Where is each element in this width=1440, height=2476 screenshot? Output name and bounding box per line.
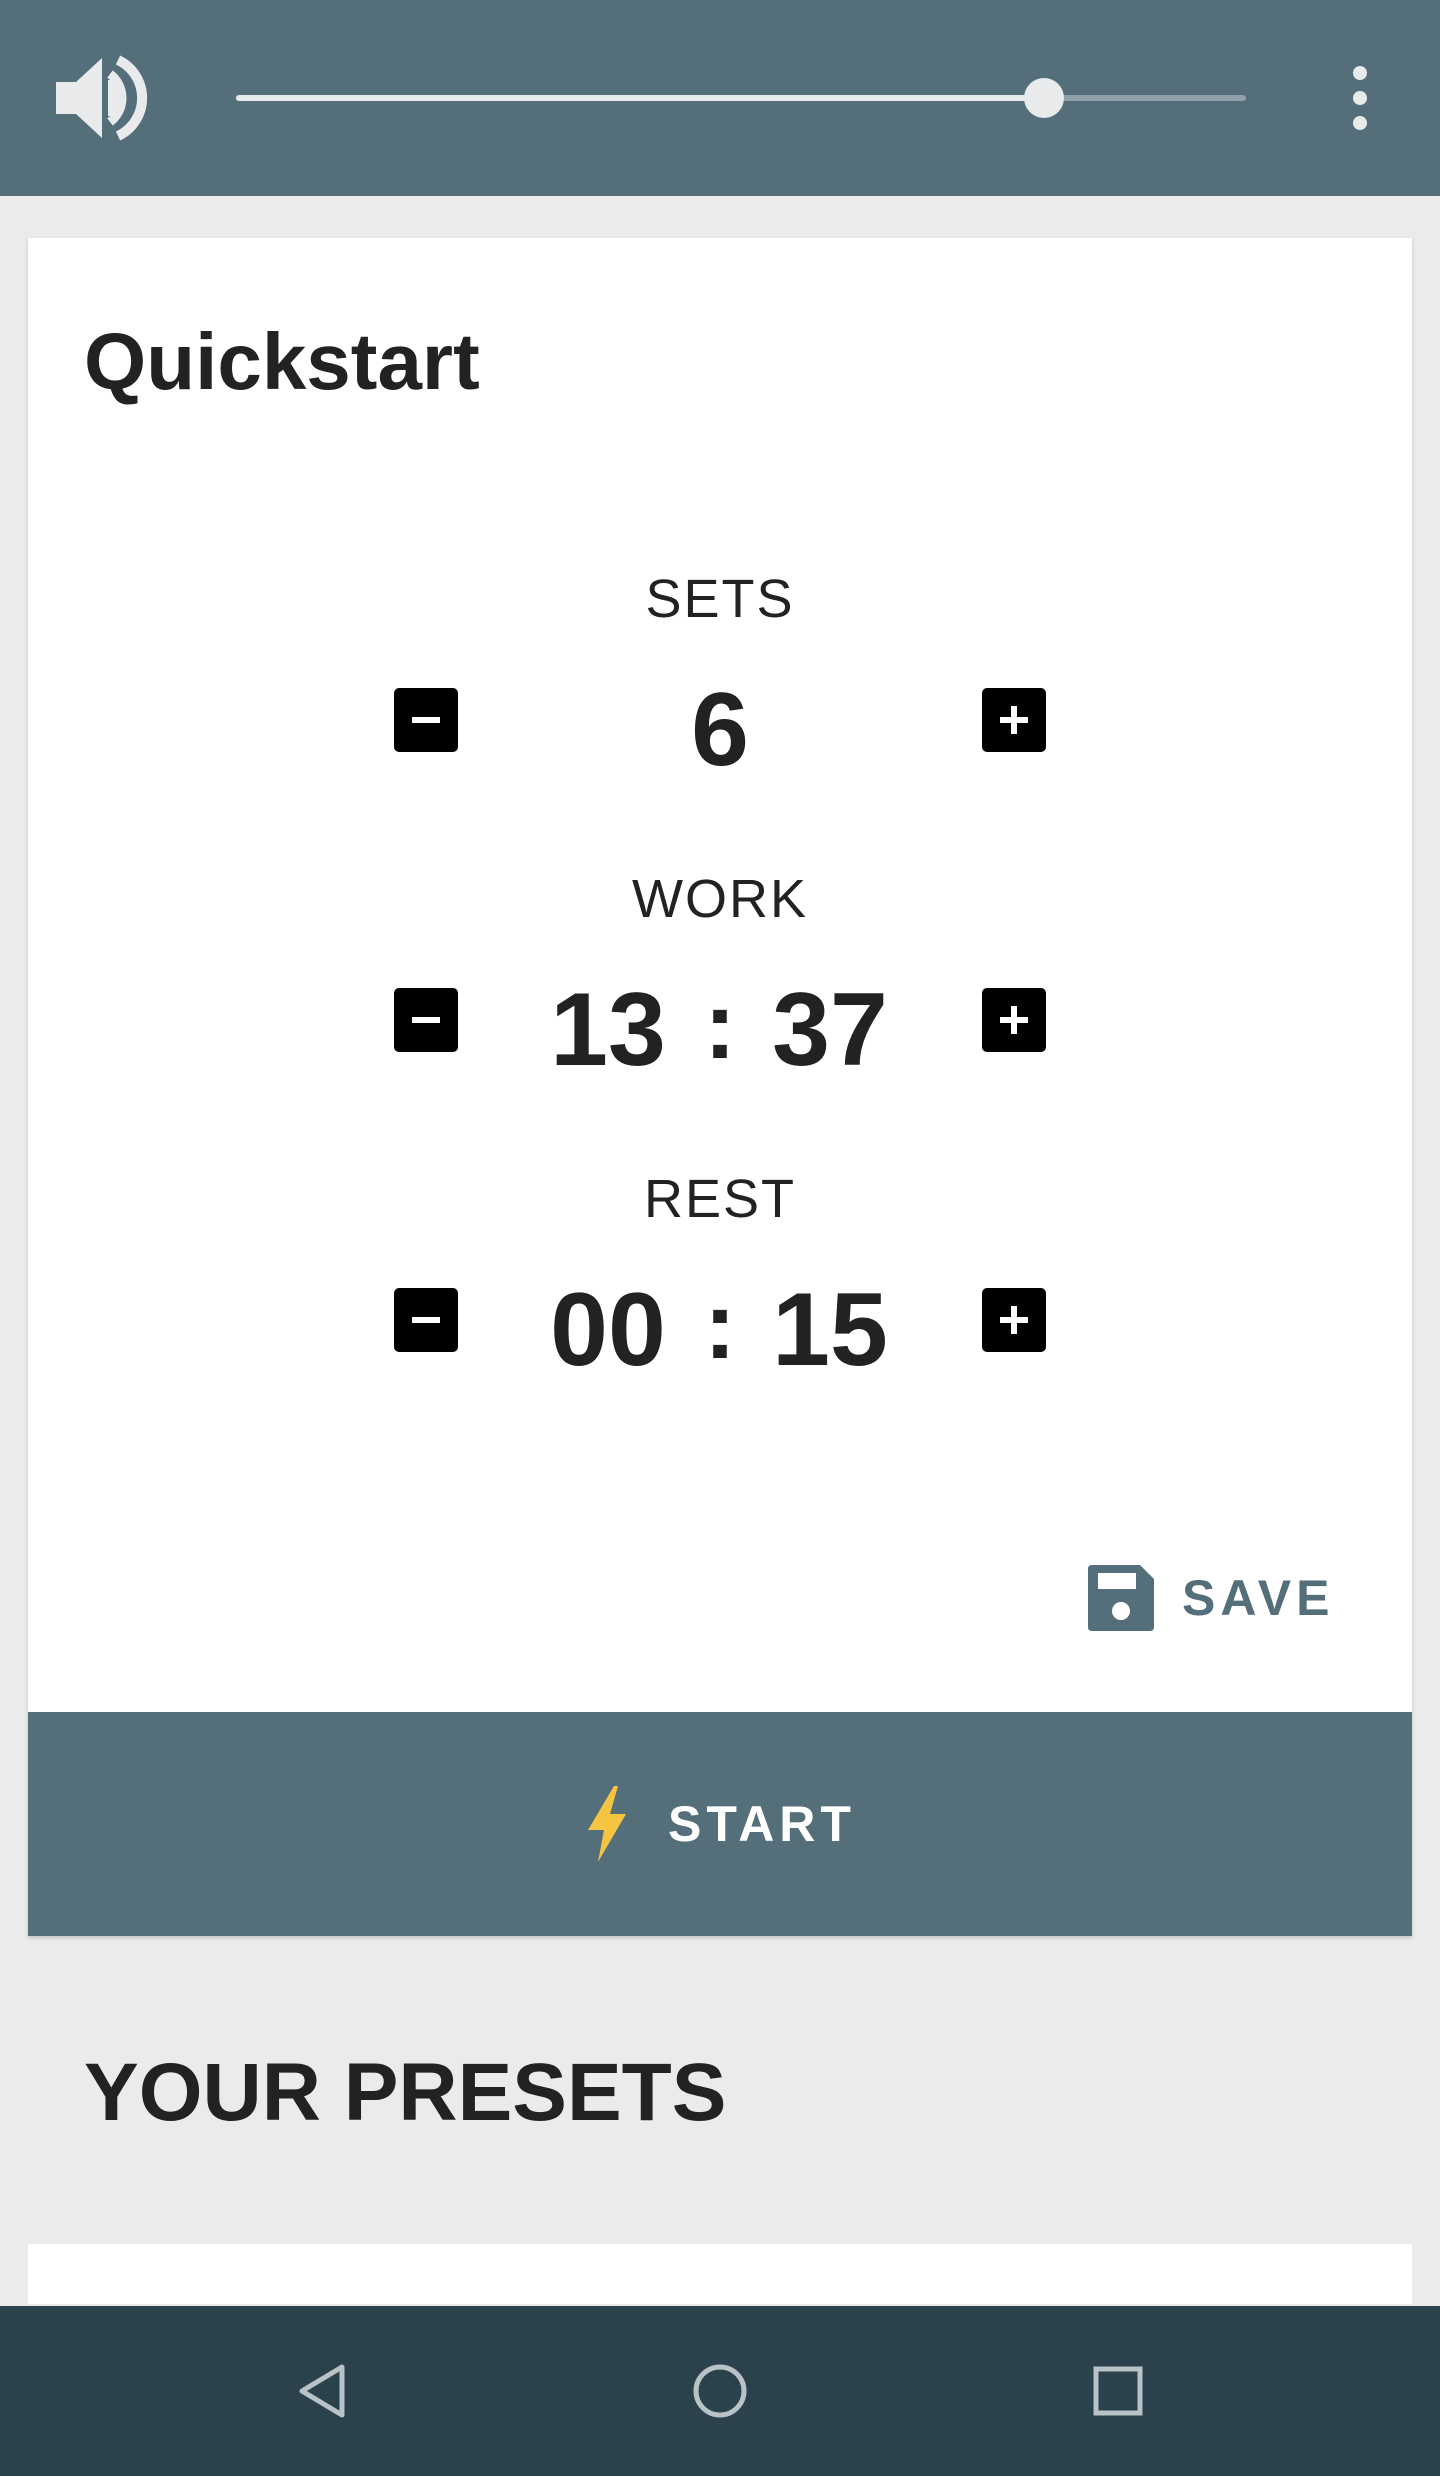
home-circle-icon[interactable]	[690, 2361, 750, 2421]
plus-box-icon	[1000, 1006, 1028, 1034]
volume-slider-fill	[236, 95, 1044, 101]
volume-up-icon[interactable]	[48, 50, 148, 146]
start-button[interactable]: START	[28, 1712, 1412, 1936]
work-label: WORK	[632, 869, 808, 929]
minus-box-icon	[412, 1317, 440, 1323]
recents-square-icon[interactable]	[1088, 2361, 1148, 2421]
floppy-disk-icon	[1088, 1565, 1154, 1631]
rest-label: REST	[643, 1169, 797, 1229]
top-app-bar	[0, 0, 1440, 196]
card-title: Quickstart	[84, 317, 480, 406]
save-button[interactable]: SAVE	[1088, 1558, 1334, 1638]
rest-seconds[interactable]: 15	[740, 1278, 920, 1382]
sets-label: SETS	[645, 569, 795, 629]
quickstart-card: Quickstart SETS 6 WORK 13 : 37 REST 00 :…	[28, 238, 1412, 1936]
system-nav-bar	[0, 2306, 1440, 2476]
volume-slider[interactable]	[236, 64, 1246, 132]
presets-heading: YOUR PRESETS	[84, 2047, 727, 2138]
preset-card[interactable]	[28, 2244, 1412, 2304]
work-seconds[interactable]: 37	[740, 978, 920, 1082]
lightning-bolt-icon	[588, 1786, 627, 1862]
save-label: SAVE	[1182, 1570, 1335, 1626]
plus-box-icon	[1000, 1306, 1028, 1334]
rest-minutes[interactable]: 00	[518, 1278, 698, 1382]
rest-increment-button[interactable]	[982, 1288, 1046, 1352]
work-minutes[interactable]: 13	[518, 978, 698, 1082]
minus-box-icon	[412, 1017, 440, 1023]
work-decrement-button[interactable]	[394, 988, 458, 1052]
plus-box-icon	[1000, 706, 1028, 734]
rest-decrement-button[interactable]	[394, 1288, 458, 1352]
work-increment-button[interactable]	[982, 988, 1046, 1052]
rest-separator: :	[704, 1272, 736, 1379]
start-label: START	[668, 1796, 856, 1852]
work-separator: :	[704, 972, 736, 1079]
sets-increment-button[interactable]	[982, 688, 1046, 752]
more-vert-icon[interactable]	[1336, 62, 1386, 134]
sets-value: 6	[691, 672, 749, 788]
back-triangle-icon[interactable]	[292, 2361, 352, 2421]
volume-slider-thumb[interactable]	[1024, 78, 1064, 118]
